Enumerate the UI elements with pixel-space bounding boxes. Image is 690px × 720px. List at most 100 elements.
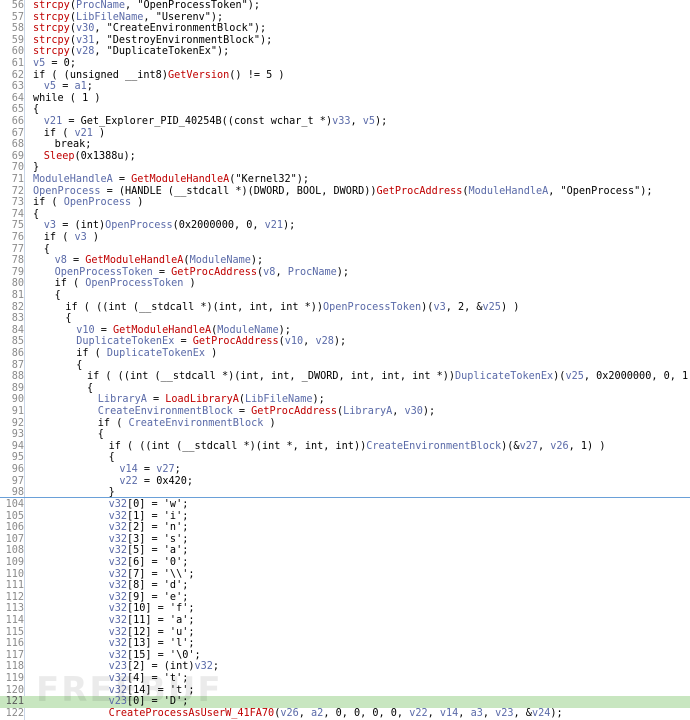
function-name[interactable]: GetModuleHandleA <box>113 325 211 336</box>
code-text[interactable]: v32[13] = 'l'; <box>109 638 195 650</box>
code-text[interactable]: v8 = GetModuleHandleA(ModuleName); <box>55 255 264 267</box>
variable-name[interactable]: v32 <box>109 615 127 626</box>
variable-name[interactable]: LibraryA <box>98 394 147 405</box>
variable-name[interactable]: a3 <box>471 708 483 719</box>
code-text[interactable]: { <box>65 313 71 325</box>
variable-name[interactable]: v23 <box>109 661 127 672</box>
variable-name[interactable]: v32 <box>109 673 127 684</box>
code-line[interactable]: 78 v8 = GetModuleHandleA(ModuleName); <box>0 255 690 267</box>
code-line[interactable]: 57 strcpy(LibFileName, "Userenv"); <box>0 12 690 24</box>
code-line[interactable]: 69 Sleep(0x1388u); <box>0 151 690 163</box>
variable-name[interactable]: LibFileName <box>245 394 312 405</box>
variable-name[interactable]: v32 <box>109 522 127 533</box>
code-text[interactable]: v32[0] = 'w'; <box>109 499 189 511</box>
pseudocode-pane-bottom[interactable]: 104 v32[0] = 'w'; 105 v32[1] = 'i'; 106 v32[2… <box>0 498 690 720</box>
code-text[interactable]: strcpy(v31, "DestroyEnvironmentBlock"); <box>33 35 272 47</box>
code-text[interactable]: OpenProcessToken = GetProcAddress(v8, Pr… <box>55 267 349 279</box>
code-line[interactable]: 114 v32[11] = 'a'; <box>0 615 690 627</box>
code-line[interactable]: 66 v21 = Get_Explorer_PID_40254B((const w… <box>0 116 690 128</box>
variable-name[interactable]: v32 <box>109 685 127 696</box>
code-text[interactable]: v5 = 0; <box>33 58 76 70</box>
code-text[interactable]: v23[2] = (int)v32; <box>109 661 219 673</box>
code-line[interactable]: 79 OpenProcessToken = GetProcAddress(v8, … <box>0 267 690 279</box>
variable-name[interactable]: v32 <box>109 499 127 510</box>
variable-name[interactable]: v32 <box>109 638 127 649</box>
variable-name[interactable]: CreateEnvironmentBlock <box>98 406 233 417</box>
code-line[interactable]: 72 OpenProcess = (HANDLE (__stdcall *)(DW… <box>0 186 690 198</box>
variable-name[interactable]: v32 <box>109 592 127 603</box>
code-line[interactable]: 84 v10 = GetModuleHandleA(ModuleName); <box>0 325 690 337</box>
variable-name[interactable]: DuplicateTokenEx <box>455 371 553 382</box>
code-line[interactable]: 92 if ( CreateEnvironmentBlock ) <box>0 418 690 430</box>
variable-name[interactable]: v8 <box>55 255 67 266</box>
code-text[interactable]: LibraryA = LoadLibraryA(LibFileName); <box>98 394 325 406</box>
code-text[interactable]: v3 = (int)OpenProcess(0x2000000, 0, v21)… <box>44 220 296 232</box>
code-text[interactable]: { <box>109 452 115 464</box>
variable-name[interactable]: ProcName <box>76 0 125 11</box>
code-line[interactable]: 94 if ( ((int (__stdcall *)(int *, int, i… <box>0 441 690 453</box>
code-line[interactable]: 122 CreateProcessAsUserW_41FA70(v26, a2, … <box>0 708 690 720</box>
code-text[interactable]: v32[8] = 'd'; <box>109 580 189 592</box>
code-text[interactable]: if ( CreateEnvironmentBlock ) <box>98 418 276 430</box>
code-text[interactable]: CreateEnvironmentBlock = GetProcAddress(… <box>98 406 435 418</box>
code-text[interactable]: v32[4] = 't'; <box>109 673 189 685</box>
code-line[interactable]: 65 { <box>0 104 690 116</box>
code-text[interactable]: if ( DuplicateTokenEx ) <box>76 348 217 360</box>
variable-name[interactable]: v32 <box>109 557 127 568</box>
code-text[interactable]: strcpy(v30, "CreateEnvironmentBlock"); <box>33 23 266 35</box>
code-text[interactable]: v32[1] = 'i'; <box>109 511 189 523</box>
code-line[interactable]: 70} <box>0 162 690 174</box>
variable-name[interactable]: v26 <box>280 708 298 719</box>
code-text[interactable]: strcpy(LibFileName, "Userenv"); <box>33 12 223 24</box>
function-name[interactable]: GetProcAddress <box>376 186 462 197</box>
code-text[interactable]: { <box>76 360 82 372</box>
variable-name[interactable]: v21 <box>44 116 62 127</box>
variable-name[interactable]: v31 <box>76 35 94 46</box>
variable-name[interactable]: ModuleHandleA <box>33 174 113 185</box>
code-line[interactable]: 121 v23[0] = 'D'; <box>0 696 690 708</box>
function-name[interactable]: strcpy <box>33 12 70 23</box>
variable-name[interactable]: v30 <box>76 23 94 34</box>
code-text[interactable]: { <box>33 104 39 116</box>
code-text[interactable]: Sleep(0x1388u); <box>44 151 136 163</box>
code-line[interactable]: 76 if ( v3 ) <box>0 232 690 244</box>
variable-name[interactable]: v3 <box>433 302 445 313</box>
variable-name[interactable]: v22 <box>119 476 137 487</box>
variable-name[interactable]: v32 <box>109 580 127 591</box>
code-text[interactable]: strcpy(ProcName, "OpenProcessToken"); <box>33 0 260 12</box>
function-name[interactable]: Sleep <box>44 151 75 162</box>
function-name[interactable]: CreateProcessAsUserW_41FA70 <box>109 708 275 719</box>
function-name[interactable]: strcpy <box>33 35 70 46</box>
variable-name[interactable]: a1 <box>74 81 86 92</box>
variable-name[interactable]: CreateEnvironmentBlock <box>128 418 263 429</box>
function-name[interactable]: GetProcAddress <box>171 267 257 278</box>
code-line[interactable]: 90 LibraryA = LoadLibraryA(LibFileName); <box>0 394 690 406</box>
code-text[interactable]: if ( ((int (__stdcall *)(int, int, int *… <box>65 302 519 314</box>
variable-name[interactable]: ModuleHandleA <box>469 186 549 197</box>
variable-name[interactable]: v27 <box>520 441 538 452</box>
code-line[interactable]: 75 v3 = (int)OpenProcess(0x2000000, 0, v2… <box>0 220 690 232</box>
variable-name[interactable]: v32 <box>109 650 127 661</box>
variable-name[interactable]: a2 <box>311 708 323 719</box>
variable-name[interactable]: v5 <box>33 58 45 69</box>
code-line[interactable]: 112 v32[9] = 'e'; <box>0 592 690 604</box>
code-text[interactable]: v32[6] = '0'; <box>109 557 189 569</box>
code-text[interactable]: v10 = GetModuleHandleA(ModuleName); <box>76 325 291 337</box>
function-name[interactable]: strcpy <box>33 23 70 34</box>
code-text[interactable]: } <box>33 162 39 174</box>
code-text[interactable]: v21 = Get_Explorer_PID_40254B((const wch… <box>44 116 388 128</box>
code-text[interactable]: v32[7] = '\\'; <box>109 569 195 581</box>
code-text[interactable]: if ( (unsigned __int8)GetVersion() != 5 … <box>33 70 285 82</box>
code-line[interactable]: 59 strcpy(v31, "DestroyEnvironmentBlock")… <box>0 35 690 47</box>
variable-name[interactable]: OpenProcessToken <box>85 278 183 289</box>
code-text[interactable]: v32[14] = 't'; <box>109 685 195 697</box>
variable-name[interactable]: v23 <box>109 696 127 707</box>
variable-name[interactable]: v24 <box>532 708 550 719</box>
variable-name[interactable]: v33 <box>332 116 350 127</box>
code-line[interactable]: 113 v32[10] = 'f'; <box>0 603 690 615</box>
code-line[interactable]: 108 v32[5] = 'a'; <box>0 545 690 557</box>
code-line[interactable]: 107 v32[3] = 's'; <box>0 534 690 546</box>
code-line[interactable]: 64 while ( 1 ) <box>0 93 690 105</box>
code-text[interactable]: ModuleHandleA = GetModuleHandleA("Kernel… <box>33 174 309 186</box>
variable-name[interactable]: OpenProcessToken <box>55 267 153 278</box>
